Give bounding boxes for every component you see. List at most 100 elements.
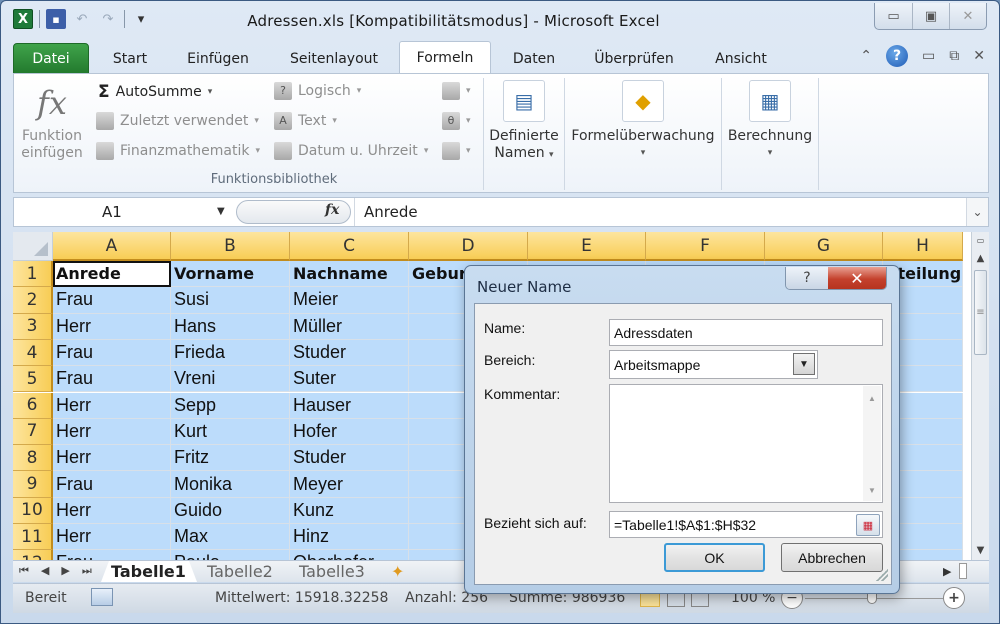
cell-a9[interactable]: Frau — [53, 471, 171, 498]
doc-minimize-icon[interactable]: ▭ — [922, 48, 935, 64]
logical-button[interactable]: ? Logisch ▾ — [274, 82, 361, 100]
comment-textarea[interactable]: ▲ ▼ — [609, 384, 883, 503]
cell-c5[interactable]: Suter — [290, 366, 409, 393]
cell-c10[interactable]: Kunz — [290, 497, 409, 524]
column-header-b[interactable]: B — [171, 232, 290, 261]
recent-functions-button[interactable]: Zuletzt verwendet ▾ — [96, 112, 259, 130]
cell-c12[interactable]: Oberhofer — [290, 550, 409, 560]
row-header[interactable]: 6 — [13, 392, 53, 419]
zoom-in-button[interactable]: + — [943, 587, 965, 609]
cell-b4[interactable]: Frieda — [171, 339, 290, 367]
cell-b8[interactable]: Fritz — [171, 445, 290, 472]
tab-ansicht[interactable]: Ansicht — [703, 43, 779, 74]
row-header[interactable]: 10 — [13, 497, 53, 524]
doc-restore-icon[interactable]: ⧉ — [949, 48, 959, 64]
cell-a10[interactable]: Herr — [53, 497, 171, 524]
column-header-e[interactable]: E — [528, 232, 646, 261]
dialog-help-button[interactable]: ? — [786, 267, 828, 289]
cell-b10[interactable]: Guido — [171, 497, 290, 524]
cell-b3[interactable]: Hans — [171, 313, 290, 340]
resize-grip[interactable] — [876, 569, 888, 581]
macro-record-icon[interactable] — [91, 588, 113, 606]
row-header[interactable]: 1 — [13, 261, 53, 288]
scroll-thumb[interactable]: ≡ — [974, 270, 987, 355]
minimize-button[interactable]: ▭ — [875, 3, 912, 29]
collapse-dialog-icon[interactable]: ▦ — [856, 514, 880, 536]
help-icon[interactable]: ? — [886, 45, 909, 67]
sheet-tab-tabelle1[interactable]: Tabelle1 — [101, 561, 197, 582]
vertical-scrollbar[interactable]: ▭ ▲ ≡ ▼ — [971, 232, 989, 560]
cell-a5[interactable]: Frau — [53, 366, 171, 393]
horizontal-scroll-thumb[interactable] — [959, 563, 968, 579]
comment-scrollbar[interactable]: ▲ ▼ — [863, 386, 881, 501]
scope-dropdown-icon[interactable]: ▼ — [793, 353, 815, 375]
cell-c1[interactable]: Nachname — [290, 261, 409, 288]
name-input[interactable]: Adressdaten — [609, 319, 883, 346]
cell-a4[interactable]: Frau — [53, 339, 171, 367]
cell-a3[interactable]: Herr — [53, 313, 171, 340]
maximize-button[interactable]: ▣ — [912, 3, 949, 29]
refers-to-input[interactable]: =Tabelle1!$A$1:$H$32 ▦ — [609, 511, 883, 538]
tab-datei[interactable]: Datei — [13, 43, 89, 74]
column-header-a[interactable]: A — [53, 232, 171, 261]
cell-c8[interactable]: Studer — [290, 445, 409, 472]
cell-c11[interactable]: Hinz — [290, 524, 409, 551]
math-button[interactable]: θ ▾ — [442, 112, 471, 130]
tab-seitenlayout[interactable]: Seitenlayout — [277, 43, 391, 74]
more-functions-button[interactable]: ▾ — [442, 142, 471, 160]
last-sheet-icon[interactable]: ⏭ — [82, 564, 92, 578]
cell-b9[interactable]: Monika — [171, 471, 290, 498]
tab-start[interactable]: Start — [101, 43, 159, 74]
minimize-ribbon-icon[interactable]: ⌃ — [860, 48, 872, 64]
lookup-button[interactable]: ▾ — [442, 82, 471, 100]
formula-input[interactable]: Anrede — [354, 198, 966, 226]
tab-ueberpruefen[interactable]: Überprüfen — [585, 43, 683, 74]
cell-b6[interactable]: Sepp — [171, 392, 290, 419]
datetime-button[interactable]: Datum u. Uhrzeit ▾ — [274, 142, 428, 160]
cell-c7[interactable]: Hofer — [290, 418, 409, 446]
column-header-d[interactable]: D — [409, 232, 528, 261]
cancel-button[interactable]: Abbrechen — [781, 543, 883, 572]
name-box-dropdown-icon[interactable]: ▼ — [217, 206, 225, 217]
cell-b1[interactable]: Vorname — [171, 261, 290, 288]
tab-formeln[interactable]: Formeln — [399, 41, 491, 74]
row-header[interactable]: 5 — [13, 366, 53, 393]
scroll-right-icon[interactable]: ▶ — [943, 565, 951, 578]
tab-einfuegen[interactable]: Einfügen — [173, 43, 263, 74]
cell-c9[interactable]: Meyer — [290, 471, 409, 498]
column-header-f[interactable]: F — [646, 232, 765, 261]
text-button[interactable]: A Text ▾ — [274, 112, 337, 130]
dialog-close-button[interactable]: ✕ — [828, 267, 886, 289]
scroll-up-icon[interactable]: ▲ — [972, 250, 989, 266]
row-header[interactable]: 12 — [13, 550, 53, 560]
cell-a11[interactable]: Herr — [53, 524, 171, 551]
insert-function-icon[interactable]: fx — [325, 202, 339, 218]
tab-daten[interactable]: Daten — [503, 43, 565, 74]
split-handle[interactable]: ▭ — [972, 232, 989, 248]
cell-b11[interactable]: Max — [171, 524, 290, 551]
cell-b7[interactable]: Kurt — [171, 418, 290, 446]
ok-button[interactable]: OK — [664, 543, 765, 572]
cell-c6[interactable]: Hauser — [290, 392, 409, 419]
sheet-tab-tabelle3[interactable]: Tabelle3 — [289, 561, 381, 582]
scope-select[interactable]: Arbeitsmappe ▼ — [609, 350, 818, 379]
insert-sheet-icon[interactable]: ✦ — [381, 561, 423, 582]
next-sheet-icon[interactable]: ▶ — [61, 564, 69, 578]
scroll-down-icon[interactable]: ▼ — [972, 542, 989, 558]
prev-sheet-icon[interactable]: ◀ — [41, 564, 49, 578]
row-header[interactable]: 2 — [13, 287, 53, 314]
formula-auditing-button[interactable]: ◆ Formelüberwachung ▾ — [568, 80, 718, 162]
financial-button[interactable]: Finanzmathematik ▾ — [96, 142, 260, 160]
select-all-corner[interactable] — [13, 232, 53, 261]
row-header[interactable]: 9 — [13, 471, 53, 498]
cell-b2[interactable]: Susi — [171, 287, 290, 314]
autosum-button[interactable]: Σ AutoSumme ▾ — [98, 82, 212, 102]
cell-c3[interactable]: Müller — [290, 313, 409, 340]
cell-a7[interactable]: Herr — [53, 418, 171, 446]
column-header-c[interactable]: C — [290, 232, 409, 261]
cell-a1[interactable]: Anrede — [53, 261, 171, 288]
row-header[interactable]: 11 — [13, 524, 53, 551]
row-header[interactable]: 3 — [13, 313, 53, 340]
cell-a2[interactable]: Frau — [53, 287, 171, 314]
cell-b5[interactable]: Vreni — [171, 366, 290, 393]
